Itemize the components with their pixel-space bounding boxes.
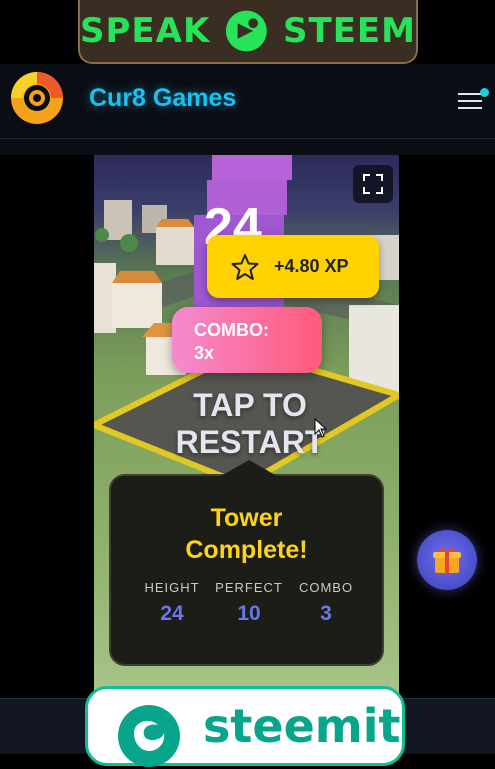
stat-value: 3 xyxy=(320,602,332,625)
result-title-line-1: Tower xyxy=(210,504,283,532)
xp-amount: +4.80 XP xyxy=(274,256,349,276)
site-header: Cur8 Games xyxy=(0,64,495,139)
result-title-line-2: Complete! xyxy=(185,536,308,564)
app-title[interactable]: Cur8 Games xyxy=(89,84,236,113)
banner-right-word: STEEM xyxy=(283,11,416,51)
stat-combo: COMBO 3 xyxy=(286,580,366,626)
combo-label: COMBO: xyxy=(194,320,269,340)
stat-label: HEIGHT xyxy=(144,580,200,595)
fullscreen-button[interactable] xyxy=(353,165,393,203)
result-title: Tower Complete! xyxy=(111,502,382,566)
panel-notch xyxy=(221,460,277,476)
steemit-wordmark: steemit xyxy=(203,699,401,753)
combo-multiplier: 3x xyxy=(194,343,215,363)
stat-value: 10 xyxy=(237,602,261,625)
notification-dot xyxy=(480,88,489,97)
banner-left-word: SPEAK xyxy=(80,11,211,51)
stat-height: HEIGHT 24 xyxy=(132,580,212,626)
cursor-icon xyxy=(314,418,328,438)
cur8-logo-icon[interactable] xyxy=(9,70,65,126)
game-canvas[interactable]: 24 +4.80 XP COMBO: 3x TAP TO RESTART Tow… xyxy=(94,155,399,700)
gift-icon xyxy=(433,548,461,573)
steemit-logo-icon xyxy=(118,705,180,767)
stat-value: 24 xyxy=(160,602,184,625)
combo-badge: COMBO: 3x xyxy=(172,307,322,373)
fullscreen-icon xyxy=(363,174,383,194)
star-icon xyxy=(231,253,259,280)
menu-icon[interactable] xyxy=(458,88,489,112)
stat-label: COMBO xyxy=(298,580,354,595)
xp-reward-badge: +4.80 XP xyxy=(207,235,379,298)
header-divider xyxy=(0,139,495,155)
stat-label: PERFECT xyxy=(215,580,283,595)
speak-steem-logo-icon xyxy=(226,10,268,52)
steemit-banner[interactable]: steemit xyxy=(85,686,405,767)
result-panel: Tower Complete! HEIGHT 24 PERFECT 10 COM… xyxy=(109,460,384,666)
gift-button[interactable] xyxy=(417,530,477,590)
stat-perfect: PERFECT 10 xyxy=(209,580,289,626)
speak-steem-banner[interactable]: SPEAK STEEM xyxy=(78,0,418,64)
